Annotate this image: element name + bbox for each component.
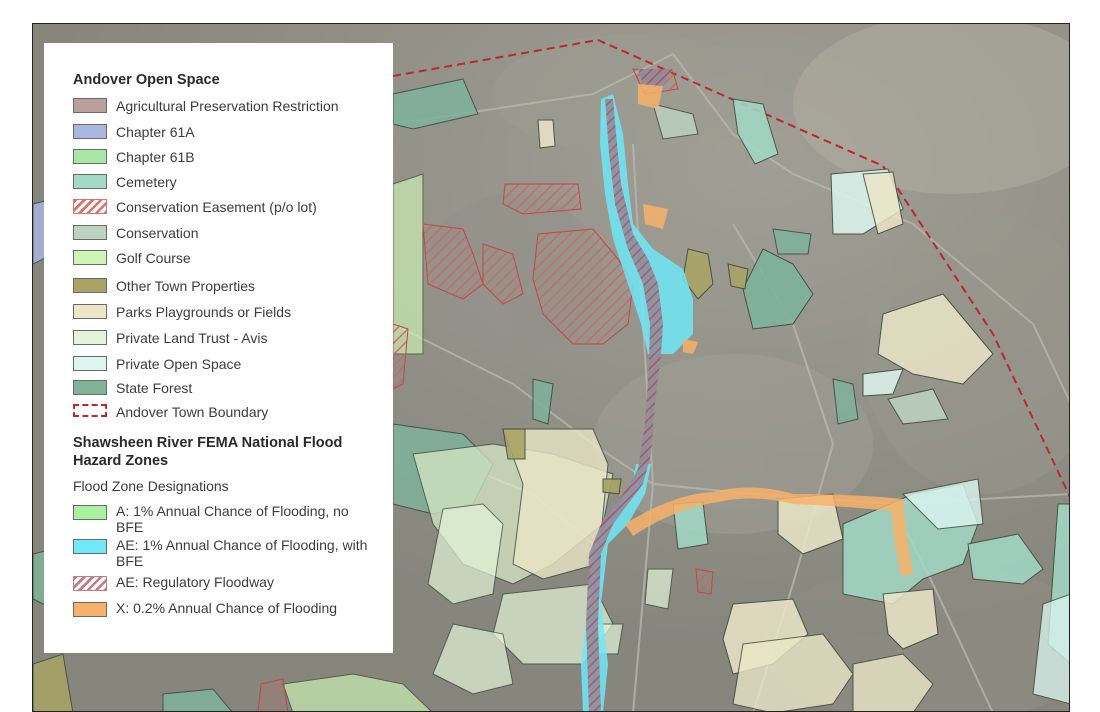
legend-flood-subtitle: Flood Zone Designations [73, 478, 229, 494]
legend-item-parks-playgrounds-or-fields: Parks Playgrounds or Fields [73, 304, 291, 320]
legend-item-conservation: Conservation [73, 225, 199, 241]
legend-flood-item-ae-regulatory-floodway: AE: Regulatory Floodway [73, 574, 376, 591]
legend-swatch-ae-1-annual-chance-of-flooding-with-bfe [73, 539, 107, 554]
legend-open-space-title: Andover Open Space [73, 72, 220, 88]
legend-flood-item-label: X: 0.2% Annual Chance of Flooding [116, 600, 338, 616]
legend-swatch-agricultural-preservation-restriction [73, 98, 107, 113]
legend-item-label: Parks Playgrounds or Fields [116, 304, 292, 320]
legend-item-other-town-properties: Other Town Properties [73, 278, 255, 294]
legend-flood-item-label: AE: Regulatory Floodway [116, 574, 274, 590]
legend-item-private-open-space: Private Open Space [73, 356, 241, 372]
legend-item-private-land-trust-avis: Private Land Trust - Avis [73, 330, 267, 346]
legend-swatch-conservation [73, 225, 107, 240]
legend-flood-item-a-1-annual-chance-of-flooding-no-bfe: A: 1% Annual Chance of Flooding, no BFE [73, 503, 376, 535]
legend-swatch-state-forest [73, 380, 107, 395]
legend-item-label: Cemetery [116, 174, 177, 190]
legend-item-golf-course: Golf Course [73, 250, 191, 266]
legend-item-chapter-61a: Chapter 61A [73, 124, 195, 140]
legend-item-conservation-easement-p-o-lot: Conservation Easement (p/o lot) [73, 199, 317, 215]
legend-swatch-chapter-61b [73, 149, 107, 164]
legend-swatch-parks-playgrounds-or-fields [73, 304, 107, 319]
legend-swatch-golf-course [73, 250, 107, 265]
legend-item-andover-town-boundary: Andover Town Boundary [73, 404, 268, 420]
legend-item-chapter-61b: Chapter 61B [73, 149, 195, 165]
legend-swatch-conservation-easement-p-o-lot [73, 199, 107, 214]
map-legend: Andover Open Space Agricultural Preserva… [44, 43, 393, 653]
legend-swatch-x-0-2-annual-chance-of-flooding [73, 602, 107, 617]
legend-item-label: Private Land Trust - Avis [116, 330, 268, 346]
legend-swatch-a-1-annual-chance-of-flooding-no-bfe [73, 505, 107, 520]
legend-swatch-ae-regulatory-floodway [73, 576, 107, 591]
legend-item-label: Conservation Easement (p/o lot) [116, 199, 317, 215]
legend-item-label: Conservation [116, 225, 199, 241]
legend-flood-item-ae-1-annual-chance-of-flooding-with-bfe: AE: 1% Annual Chance of Flooding, with B… [73, 537, 376, 569]
legend-swatch-private-land-trust-avis [73, 330, 107, 345]
legend-swatch-chapter-61a [73, 124, 107, 139]
legend-item-state-forest: State Forest [73, 380, 192, 396]
legend-swatch-private-open-space [73, 356, 107, 371]
legend-item-cemetery: Cemetery [73, 174, 177, 190]
legend-swatch-cemetery [73, 174, 107, 189]
legend-swatch-andover-town-boundary [73, 404, 107, 417]
legend-item-label: Chapter 61A [116, 124, 195, 140]
legend-flood-item-label: AE: 1% Annual Chance of Flooding, with B… [116, 537, 368, 569]
legend-flood-title: Shawsheen River FEMA National Flood Haza… [73, 435, 343, 469]
legend-item-label: Chapter 61B [116, 149, 195, 165]
legend-item-label: Private Open Space [116, 356, 242, 372]
legend-item-label: Other Town Properties [116, 278, 256, 294]
legend-item-label: State Forest [116, 380, 193, 396]
legend-flood-item-label: A: 1% Annual Chance of Flooding, no BFE [116, 503, 349, 535]
legend-item-agricultural-preservation-restriction: Agricultural Preservation Restriction [73, 98, 339, 114]
legend-item-label: Golf Course [116, 250, 191, 266]
legend-flood-item-x-0-2-annual-chance-of-flooding: X: 0.2% Annual Chance of Flooding [73, 600, 376, 617]
legend-item-label: Andover Town Boundary [116, 404, 269, 420]
legend-swatch-other-town-properties [73, 278, 107, 293]
legend-item-label: Agricultural Preservation Restriction [116, 98, 339, 114]
